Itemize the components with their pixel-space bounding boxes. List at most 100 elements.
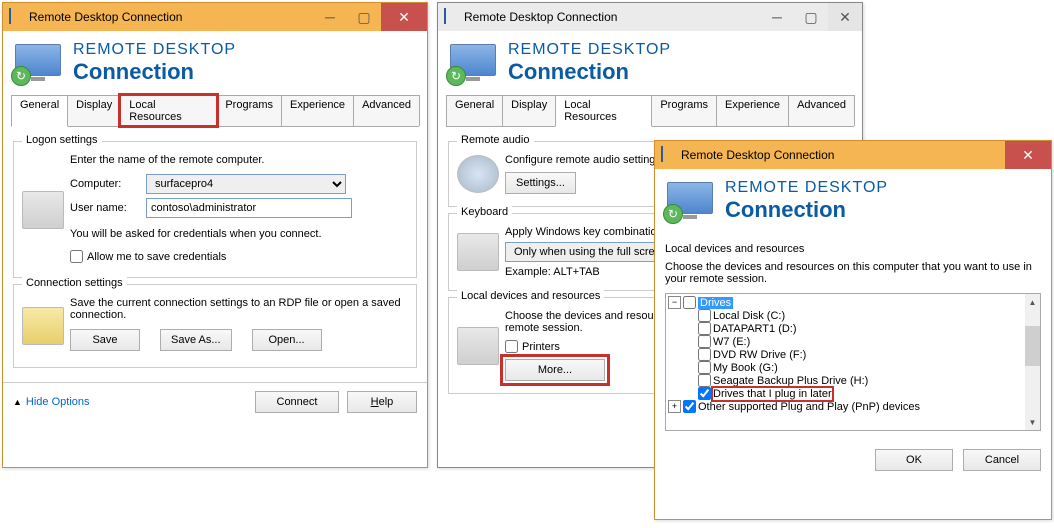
monitor-icon: ↻ — [15, 44, 61, 82]
drive-h-checkbox[interactable] — [698, 374, 711, 387]
header-line1: REMOTE DESKTOP — [725, 179, 888, 197]
close-button[interactable]: ✕ — [828, 3, 862, 31]
titlebar[interactable]: Remote Desktop Connection ✕ — [655, 141, 1051, 169]
drive-d-label[interactable]: DATAPART1 (D:) — [713, 323, 797, 335]
username-label: User name: — [70, 202, 140, 214]
drive-c-checkbox[interactable] — [698, 309, 711, 322]
keyboard-icon — [457, 233, 499, 271]
tab-display[interactable]: Display — [67, 95, 121, 126]
tab-general[interactable]: General — [446, 95, 503, 126]
connection-text: Save the current connection settings to … — [70, 297, 408, 321]
close-button[interactable]: ✕ — [381, 3, 427, 31]
header-line1: REMOTE DESKTOP — [73, 41, 236, 59]
titlebar[interactable]: Remote Desktop Connection ─ ▢ ✕ — [438, 3, 862, 31]
drive-g-label[interactable]: My Book (G:) — [713, 362, 778, 374]
drive-e-label[interactable]: W7 (E:) — [713, 336, 750, 348]
speaker-icon — [457, 155, 499, 193]
tab-programs[interactable]: Programs — [651, 95, 717, 126]
drive-g-checkbox[interactable] — [698, 361, 711, 374]
drive-e-checkbox[interactable] — [698, 335, 711, 348]
tab-advanced[interactable]: Advanced — [788, 95, 855, 126]
dialog-title: Remote Desktop Connection — [677, 148, 1005, 162]
window-title: Remote Desktop Connection — [460, 10, 760, 24]
header: ↻ REMOTE DESKTOP Connection — [3, 31, 427, 95]
drive-d-checkbox[interactable] — [698, 322, 711, 335]
more-button[interactable]: More... — [505, 359, 605, 381]
allow-save-checkbox[interactable] — [70, 250, 83, 263]
monitor-icon: ↻ — [667, 182, 713, 220]
footer: ▲ Hide Options Connect Help — [3, 382, 427, 421]
logon-legend: Logon settings — [22, 134, 102, 146]
maximize-button[interactable]: ▢ — [347, 3, 381, 31]
minimize-button[interactable]: ─ — [313, 3, 347, 31]
other-pnp-checkbox[interactable] — [683, 400, 696, 413]
logon-settings-group: Logon settings Enter the name of the rem… — [13, 141, 417, 278]
save-button[interactable]: Save — [70, 329, 140, 351]
connection-legend: Connection settings — [22, 277, 127, 289]
credentials-note: You will be asked for credentials when y… — [70, 228, 408, 240]
tab-local-resources[interactable]: Local Resources — [555, 95, 652, 127]
ok-button[interactable]: OK — [875, 449, 953, 471]
cancel-button[interactable]: Cancel — [963, 449, 1041, 471]
tree-scrollbar[interactable]: ▲ ▼ — [1025, 294, 1040, 430]
drives-later-checkbox[interactable] — [698, 387, 711, 400]
tab-strip: General Display Local Resources Programs… — [446, 95, 854, 127]
header: ↻ REMOTE DESKTOP Connection — [655, 169, 1051, 233]
keyboard-legend: Keyboard — [457, 206, 512, 218]
tab-advanced[interactable]: Advanced — [353, 95, 420, 126]
devices-icon — [457, 327, 499, 365]
open-button[interactable]: Open... — [252, 329, 322, 351]
rdc-icon — [661, 147, 677, 163]
tab-experience[interactable]: Experience — [281, 95, 354, 126]
drives-later-label[interactable]: Drives that I plug in later — [713, 388, 832, 400]
computer-icon — [22, 191, 64, 229]
audio-settings-button[interactable]: Settings... — [505, 172, 576, 194]
tab-strip: General Display Local Resources Programs… — [11, 95, 419, 127]
help-button[interactable]: Help — [347, 391, 417, 413]
rdc-icon — [9, 9, 25, 25]
header-line2: Connection — [508, 59, 671, 85]
window-title: Remote Desktop Connection — [25, 10, 313, 24]
devices-legend: Local devices and resources — [665, 243, 1041, 255]
devices-legend: Local devices and resources — [457, 290, 604, 302]
collapse-icon[interactable]: − — [668, 296, 681, 309]
tab-local-resources[interactable]: Local Resources — [120, 95, 217, 126]
save-as-button[interactable]: Save As... — [160, 329, 232, 351]
audio-legend: Remote audio — [457, 134, 534, 146]
tab-general[interactable]: General — [11, 95, 68, 127]
titlebar[interactable]: Remote Desktop Connection ─ ▢ ✕ — [3, 3, 427, 31]
printers-checkbox[interactable] — [505, 340, 518, 353]
other-pnp-label[interactable]: Other supported Plug and Play (PnP) devi… — [698, 401, 920, 413]
hide-options-link[interactable]: Hide Options — [26, 396, 90, 408]
allow-save-label: Allow me to save credentials — [87, 251, 226, 263]
tab-display[interactable]: Display — [502, 95, 556, 126]
minimize-button[interactable]: ─ — [760, 3, 794, 31]
drive-h-label[interactable]: Seagate Backup Plus Drive (H:) — [713, 375, 868, 387]
maximize-button[interactable]: ▢ — [794, 3, 828, 31]
connect-button[interactable]: Connect — [255, 391, 339, 413]
header-line1: REMOTE DESKTOP — [508, 41, 671, 59]
rdc-icon — [444, 9, 460, 25]
tab-experience[interactable]: Experience — [716, 95, 789, 126]
close-button[interactable]: ✕ — [1005, 141, 1051, 169]
devices-intro: Choose the devices and resources on this… — [665, 261, 1041, 285]
connection-settings-group: Connection settings Save the current con… — [13, 284, 417, 368]
tab-programs[interactable]: Programs — [216, 95, 282, 126]
header-line2: Connection — [73, 59, 236, 85]
computer-label: Computer: — [70, 178, 140, 190]
drive-f-label[interactable]: DVD RW Drive (F:) — [713, 349, 806, 361]
devices-tree[interactable]: − Drives Local Disk (C:) DATAPART1 (D:) … — [665, 293, 1041, 431]
header-line2: Connection — [725, 197, 888, 223]
drives-node[interactable]: Drives — [698, 297, 733, 309]
username-input[interactable] — [146, 198, 352, 218]
drive-c-label[interactable]: Local Disk (C:) — [713, 310, 785, 322]
logon-prompt: Enter the name of the remote computer. — [70, 154, 408, 166]
drive-f-checkbox[interactable] — [698, 348, 711, 361]
rdc-window-general: Remote Desktop Connection ─ ▢ ✕ ↻ REMOTE… — [2, 2, 428, 468]
expand-icon[interactable]: + — [668, 400, 681, 413]
drives-checkbox[interactable] — [683, 296, 696, 309]
chevron-up-icon: ▲ — [13, 397, 22, 407]
computer-combo[interactable]: surfacepro4 — [146, 174, 346, 194]
header: ↻ REMOTE DESKTOP Connection — [438, 31, 862, 95]
rdp-file-icon — [22, 307, 64, 345]
